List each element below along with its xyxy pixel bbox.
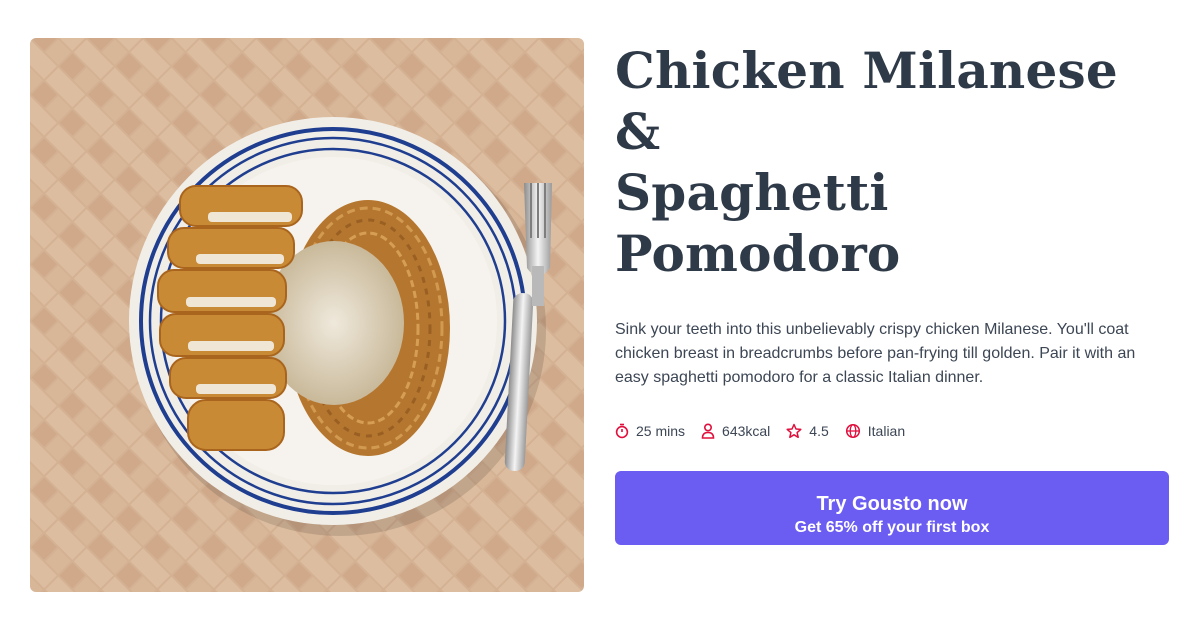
meta-calories: 643kcal xyxy=(701,423,770,439)
recipe-photo xyxy=(30,38,584,592)
meta-cuisine-label: Italian xyxy=(867,423,906,439)
star-icon xyxy=(786,423,802,439)
recipe-title-line-1: Chicken Milanese & xyxy=(615,41,1118,161)
recipe-info: Chicken Milanese & Spaghetti Pomodoro Si… xyxy=(615,38,1170,545)
recipe-meta: 25 mins 643kcal 4.5 Italian xyxy=(615,421,1170,441)
try-gousto-button[interactable]: Try Gousto now Get 65% off your first bo… xyxy=(615,471,1169,545)
recipe-description: Sink your teeth into this unbelievably c… xyxy=(615,321,1136,386)
meta-rating: 4.5 xyxy=(786,423,829,439)
globe-icon xyxy=(845,423,860,439)
meta-calories-label: 643kcal xyxy=(722,423,771,439)
meta-cuisine: Italian xyxy=(845,423,905,439)
recipe-title-line-2: Spaghetti Pomodoro xyxy=(615,163,901,283)
meta-cook-time: 25 mins xyxy=(615,423,685,439)
recipe-photo-illustration xyxy=(30,38,584,592)
cta-sub-label: Get 65% off your first box xyxy=(794,518,990,536)
meta-cook-time-label: 25 mins xyxy=(636,423,686,439)
person-icon xyxy=(701,423,715,439)
recipe-title: Chicken Milanese & Spaghetti Pomodoro xyxy=(615,38,1170,284)
timer-icon xyxy=(615,423,629,439)
meta-rating-label: 4.5 xyxy=(809,423,829,439)
cta-main-label: Try Gousto now xyxy=(816,492,968,515)
